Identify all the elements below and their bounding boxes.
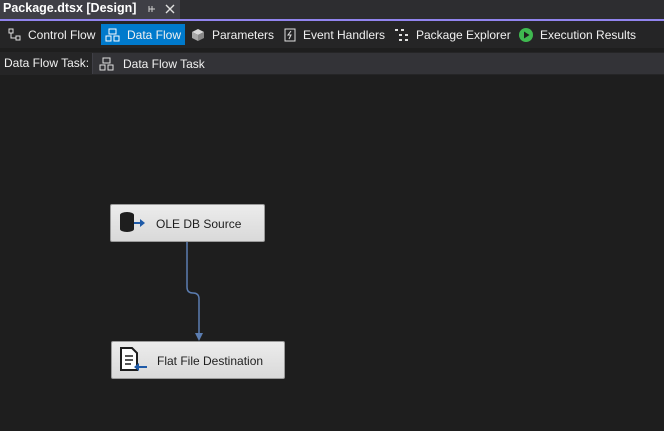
data-flow-icon — [105, 28, 120, 41]
component-label: OLE DB Source — [156, 217, 242, 231]
designer-tab-bar: Control Flow Data Flow Parameters Event … — [0, 21, 664, 48]
selected-task: Data Flow Task — [123, 57, 205, 71]
tab-data-flow[interactable]: Data Flow — [101, 24, 185, 45]
task-bar: Data Flow Task: Data Flow Task — [0, 52, 664, 75]
tab-label: Data Flow — [127, 27, 182, 42]
ole-db-source-icon — [120, 212, 145, 232]
control-flow-icon — [8, 28, 21, 40]
tab-label: Control Flow — [28, 27, 96, 42]
pin-icon[interactable] — [146, 3, 158, 15]
document-tab-strip: Package.dtsx [Design] — [0, 0, 664, 21]
task-dropdown[interactable]: Data Flow Task — [92, 53, 664, 74]
execution-results-icon — [519, 27, 533, 42]
tab-label: Execution Results — [540, 27, 637, 42]
tab-label: Event Handlers — [303, 27, 386, 42]
tab-label: Package Explorer — [416, 27, 511, 42]
data-flow-task-icon — [99, 57, 114, 71]
tab-execution-results[interactable]: Execution Results — [518, 24, 636, 45]
tab-package-explorer[interactable]: Package Explorer — [394, 24, 511, 45]
data-path-connector[interactable] — [0, 75, 664, 431]
design-canvas[interactable]: OLE DB Source Flat File Destination — [0, 75, 664, 431]
tab-label: Parameters — [212, 27, 275, 42]
component-label: Flat File Destination — [157, 354, 264, 368]
tab-event-handlers[interactable]: Event Handlers — [283, 24, 385, 45]
event-handlers-icon — [284, 28, 296, 41]
close-icon[interactable] — [164, 3, 176, 15]
flat-file-destination-component[interactable]: Flat File Destination — [111, 341, 285, 379]
tab-control-flow[interactable]: Control Flow — [4, 24, 99, 45]
tab-parameters[interactable]: Parameters — [190, 24, 274, 45]
flat-file-destination-icon — [120, 347, 147, 371]
package-explorer-icon — [395, 28, 408, 41]
ole-db-source-component[interactable]: OLE DB Source — [110, 204, 265, 242]
task-label: Data Flow Task: — [4, 56, 90, 70]
document-tab[interactable]: Package.dtsx [Design] — [0, 0, 180, 19]
parameters-icon — [192, 28, 204, 41]
document-tab-title: Package.dtsx [Design] — [3, 1, 137, 15]
